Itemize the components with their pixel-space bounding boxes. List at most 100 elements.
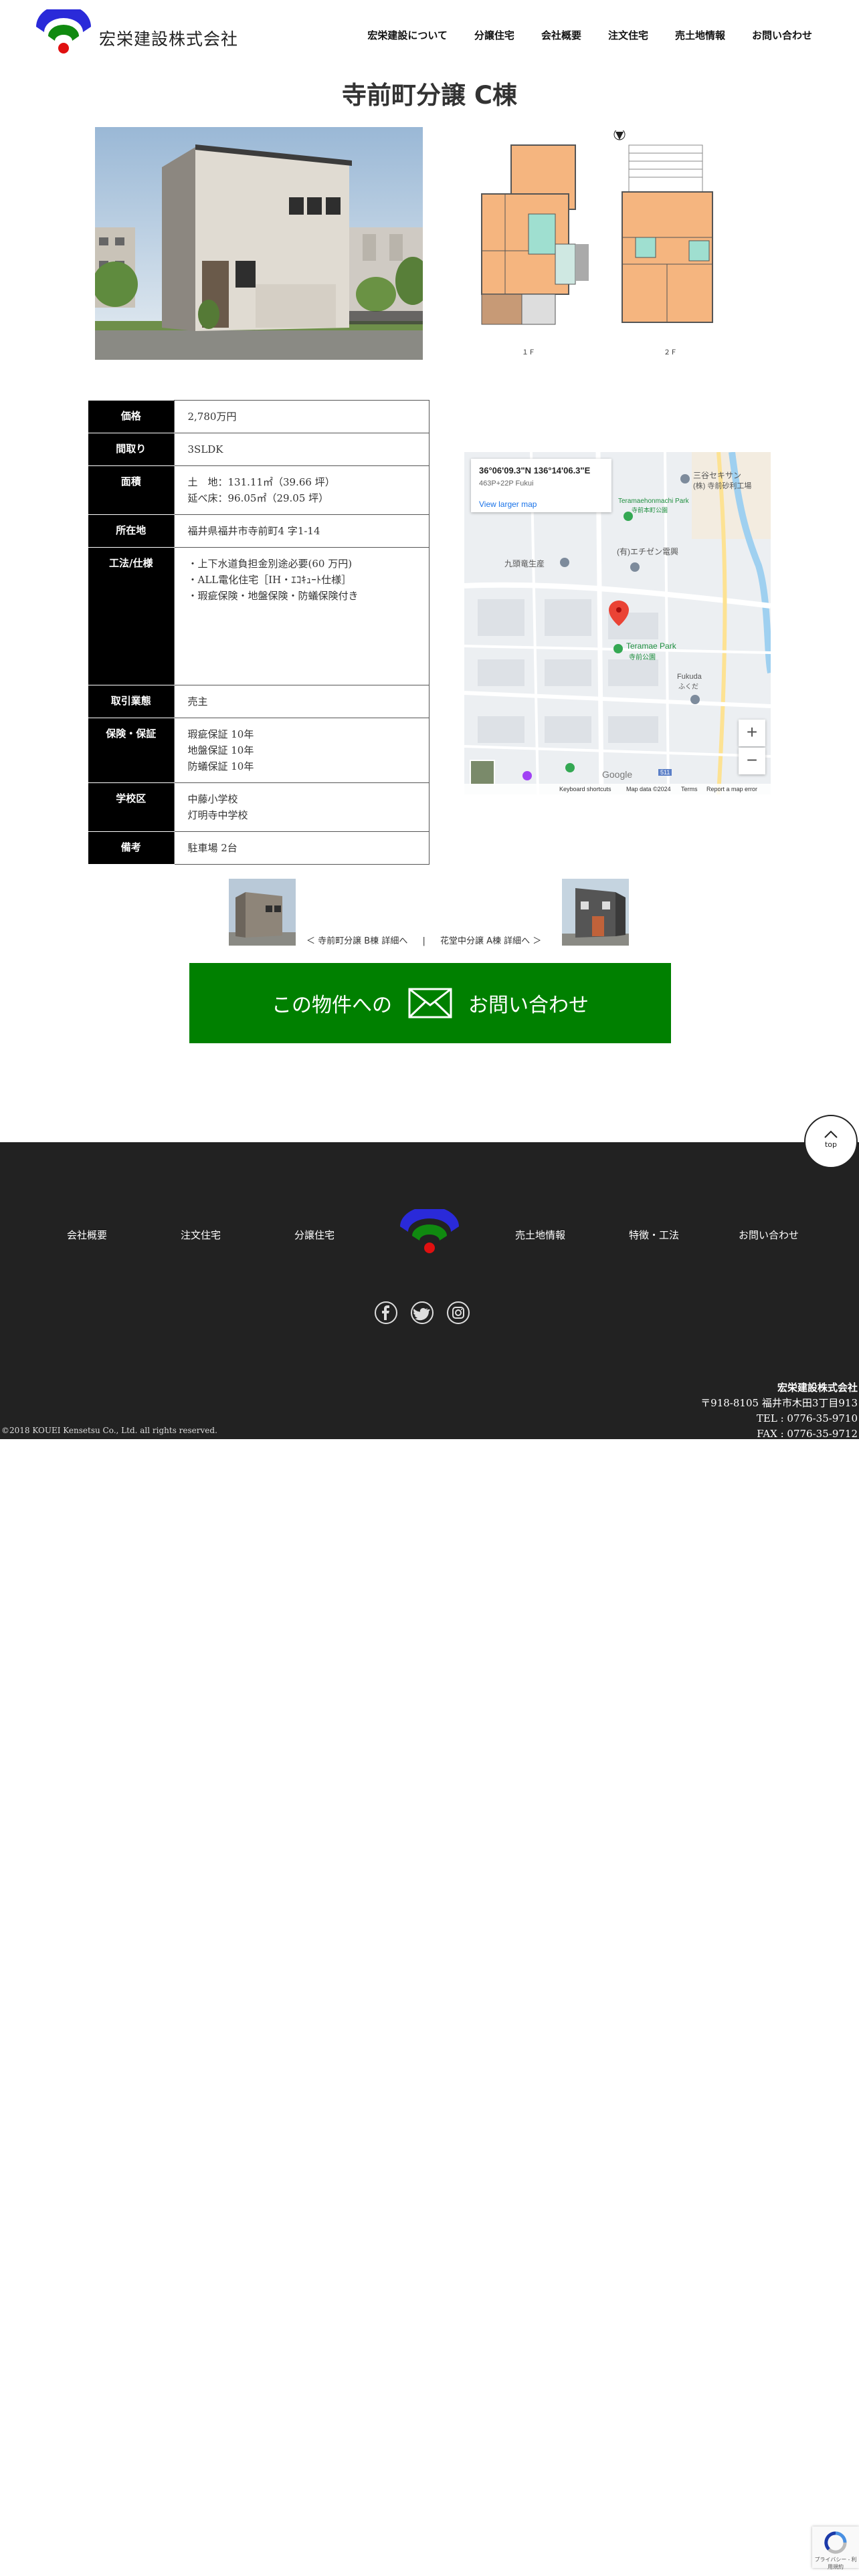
google-map[interactable]: 36°06'09.3"N 136°14'06.3"E 463P+22P Fuku… xyxy=(464,452,771,794)
spec-value-area: 土 地：131.11㎡（39.66 坪） 延べ床：96.05㎡（29.05 坪） xyxy=(173,465,430,515)
spec-label-address: 所在地 xyxy=(88,514,174,548)
map-coordinates: 36°06'09.3"N 136°14'06.3"E xyxy=(479,465,591,475)
nav-subdivision[interactable]: 分譲住宅 xyxy=(474,28,514,42)
company-fax: FAX : 0776-35-9712 xyxy=(757,1428,858,1440)
method-line: ・ALL電化住宅［IH・ｴｺｷｭｰﾄ仕様］ xyxy=(187,574,352,586)
chevron-up-icon xyxy=(824,1130,838,1138)
map-plus-code: 463P+22P Fukui xyxy=(479,479,534,488)
recaptcha-icon xyxy=(824,2531,847,2554)
floor-label-1f: １Ｆ xyxy=(522,349,535,356)
property-contact-button[interactable]: この物件への お問い合わせ xyxy=(189,963,671,1043)
map-label: 三谷セキサン xyxy=(693,471,742,480)
company-tel: TEL : 0776-35-9710 xyxy=(756,1412,858,1424)
prev-property-link[interactable]: ＜ 寺前町分譲 B棟 詳細へ xyxy=(306,936,407,946)
nav-about[interactable]: 宏栄建設について xyxy=(367,28,448,42)
site-footer: 会社概要 注文住宅 分譲住宅 売土地情報 特徴・工法 お問い合わせ 宏栄建設株式… xyxy=(0,1142,859,1442)
twitter-icon[interactable] xyxy=(411,1301,434,1324)
nav-contact[interactable]: お問い合わせ xyxy=(752,28,812,42)
zoom-in-button[interactable]: + xyxy=(739,720,765,746)
house-photo xyxy=(95,127,423,360)
spec-label-school: 学校区 xyxy=(88,782,174,832)
warranty-line: 防蟻保証 10年 xyxy=(187,760,254,772)
floor-plan: １Ｆ ２Ｆ xyxy=(468,128,743,364)
next-property-link[interactable]: 花堂中分譲 A棟 詳細へ ＞ xyxy=(440,936,541,946)
spec-label-price: 価格 xyxy=(88,400,174,433)
copyright: ©2018 KOUEI Kensetsu Co., Ltd. all right… xyxy=(1,1426,217,1435)
map-info-card: 36°06'09.3"N 136°14'06.3"E 463P+22P Fuku… xyxy=(471,459,611,512)
company-address: 〒918-8105 福井市木田3丁目913 xyxy=(700,1397,858,1409)
spec-value-deal: 売主 xyxy=(173,685,430,718)
nav-custom-house[interactable]: 注文住宅 xyxy=(608,28,648,42)
spec-value-method: ・上下水道負担金別途必要(60 万円) ・ALL電化住宅［IH・ｴｺｷｭｰﾄ仕様… xyxy=(173,547,430,685)
floor-label-2f: ２Ｆ xyxy=(664,349,677,356)
site-header: 宏栄建設株式会社 宏栄建設について 分譲住宅 会社概要 注文住宅 売土地情報 お… xyxy=(0,0,859,74)
footer-nav-features[interactable]: 特徴・工法 xyxy=(629,1229,679,1241)
footer-nav-land[interactable]: 売土地情報 xyxy=(515,1229,565,1241)
instagram-icon[interactable] xyxy=(447,1301,470,1324)
warranty-line: 地盤保証 10年 xyxy=(187,744,254,756)
main-nav: 宏栄建設について 分譲住宅 会社概要 注文住宅 売土地情報 お問い合わせ xyxy=(367,28,812,42)
property-pager: ＜ 寺前町分譲 B棟 詳細へ | 花堂中分譲 A棟 詳細へ ＞ xyxy=(306,934,554,946)
footer-nav-subdivision[interactable]: 分譲住宅 xyxy=(294,1229,335,1241)
map-label: 九頭竜生産 xyxy=(504,559,545,568)
report-map-error-link[interactable]: Report a map error xyxy=(706,786,757,792)
map-label: (株) 寺前砂利工場 xyxy=(693,482,752,490)
logo-mark-icon xyxy=(36,9,91,53)
company-name: 宏栄建設株式会社 xyxy=(777,1382,858,1394)
back-to-top-label: top xyxy=(824,1140,838,1149)
footer-nav-contact[interactable]: お問い合わせ xyxy=(739,1229,799,1241)
spec-table: 価格 2,780万円 間取り 3SLDK 面積 土 地：131.11㎡（39.6… xyxy=(88,400,430,865)
school-line: 灯明寺中学校 xyxy=(187,809,248,821)
contact-button-text-left: この物件への xyxy=(272,994,392,1017)
map-label: Teramaehonmachi Park xyxy=(618,498,689,505)
spec-label-area: 面積 xyxy=(88,465,174,515)
spec-value-price: 2,780万円 xyxy=(173,400,430,433)
facebook-icon[interactable] xyxy=(375,1301,397,1324)
footer-nav-company[interactable]: 会社概要 xyxy=(67,1229,107,1241)
contact-button-text-right: お問い合わせ xyxy=(468,994,589,1017)
spec-value-note: 駐車場 2台 xyxy=(173,831,430,865)
road-shield: 511 xyxy=(658,769,672,776)
map-label: 寺前公園 xyxy=(629,654,656,661)
recaptcha-text: プライバシー - 利用規約 xyxy=(814,2557,857,2570)
footer-logo-icon[interactable] xyxy=(396,1209,463,1256)
keyboard-shortcuts-link[interactable]: Keyboard shortcuts xyxy=(559,786,611,792)
view-larger-map-link[interactable]: View larger map xyxy=(479,500,603,509)
spec-value-warranty: 瑕疵保証 10年 地盤保証 10年 防蟻保証 10年 xyxy=(173,718,430,783)
prev-property-thumbnail[interactable] xyxy=(229,879,296,946)
spec-value-address: 福井県福井市寺前町4 字1-14 xyxy=(173,514,430,548)
footer-nav-custom-house[interactable]: 注文住宅 xyxy=(181,1229,221,1241)
pager-separator: | xyxy=(422,936,425,946)
area-land: 土 地：131.11㎡（39.66 坪） xyxy=(187,476,335,488)
area-floor: 延べ床：96.05㎡（29.05 坪） xyxy=(187,492,329,504)
map-label: 寺前本町公園 xyxy=(632,507,668,514)
next-property-thumbnail[interactable] xyxy=(562,879,629,946)
nav-land[interactable]: 売土地情報 xyxy=(675,28,725,42)
spec-label-deal: 取引業態 xyxy=(88,685,174,718)
map-data-text: Map data ©2024 xyxy=(626,786,671,792)
spec-label-layout: 間取り xyxy=(88,433,174,466)
spec-label-method: 工法/仕様 xyxy=(88,547,174,685)
spec-label-note: 備考 xyxy=(88,831,174,865)
terms-link[interactable]: Terms xyxy=(681,786,698,792)
site-logo[interactable]: 宏栄建設株式会社 xyxy=(33,9,238,56)
spec-label-warranty: 保険・保証 xyxy=(88,718,174,783)
zoom-out-button[interactable]: − xyxy=(739,748,765,774)
recaptcha-badge[interactable]: プライバシー - 利用規約 xyxy=(812,2527,859,2570)
back-to-top-button[interactable]: top xyxy=(804,1115,858,1168)
envelope-icon xyxy=(408,988,452,1018)
spec-value-school: 中藤小学校 灯明寺中学校 xyxy=(173,782,430,832)
map-footer: Keyboard shortcuts Map data ©2024 Terms … xyxy=(464,784,771,794)
company-info: 宏栄建設株式会社 〒918-8105 福井市木田3丁目913 TEL : 077… xyxy=(700,1380,858,1442)
google-logo: Google xyxy=(602,769,633,780)
spec-value-layout: 3SLDK xyxy=(173,433,430,466)
map-label: Fukuda xyxy=(677,673,702,681)
page-title: 寺前町分譲 C棟 xyxy=(341,81,518,110)
nav-company[interactable]: 会社概要 xyxy=(541,28,581,42)
map-label: Teramae Park xyxy=(626,641,676,651)
map-layer-button[interactable] xyxy=(470,760,495,785)
school-line: 中藤小学校 xyxy=(187,793,238,805)
map-label: ふくだ xyxy=(678,683,698,691)
method-line: ・上下水道負担金別途必要(60 万円) xyxy=(187,558,353,570)
warranty-line: 瑕疵保証 10年 xyxy=(187,728,254,740)
